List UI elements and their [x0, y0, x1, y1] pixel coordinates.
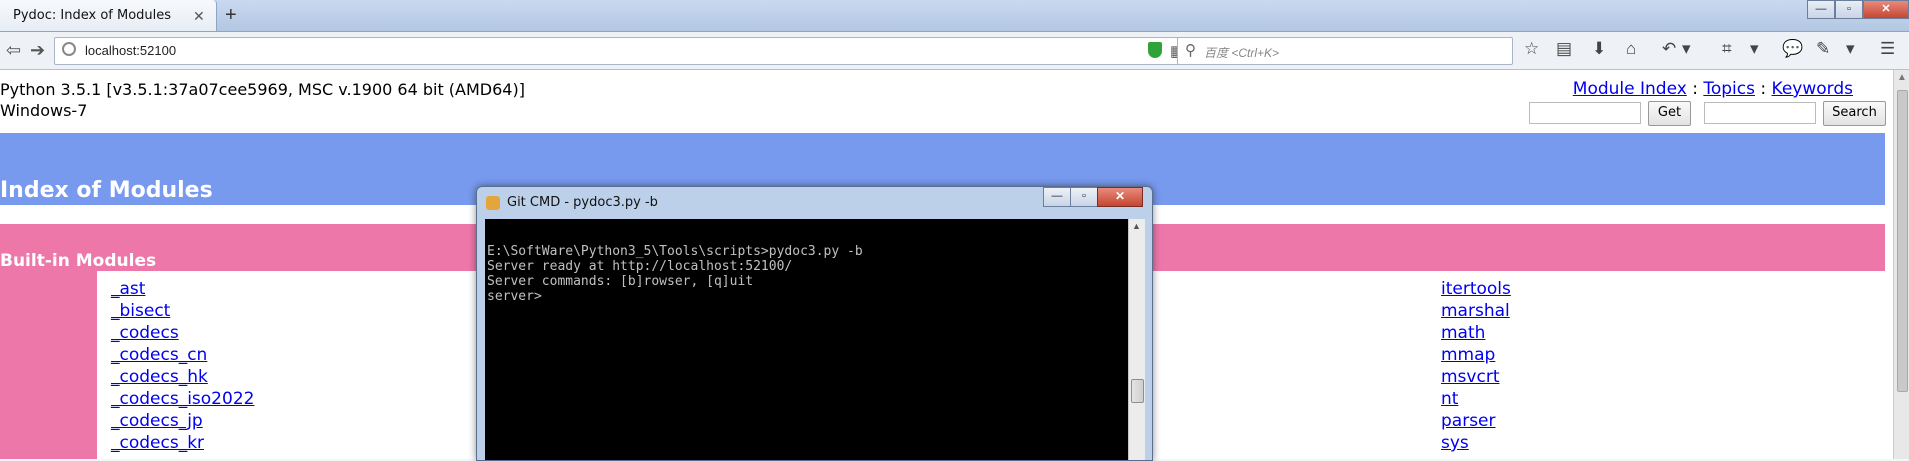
page-title: Index of Modules	[0, 178, 213, 203]
module-list-left: _ast _bisect _codecs _codecs_cn _codecs_…	[111, 278, 254, 454]
hamburger-menu-icon[interactable]: ☰	[1880, 39, 1895, 59]
home-icon[interactable]: ⌂	[1626, 39, 1636, 59]
cmd-close-button[interactable]: ✕	[1097, 187, 1143, 207]
address-bar[interactable]: localhost:52100 ▦ ↻	[54, 37, 1213, 65]
reading-list-icon[interactable]: ▤	[1556, 39, 1572, 59]
search-input[interactable]	[1704, 102, 1816, 124]
section-title: Built-in Modules	[0, 251, 157, 271]
git-cmd-icon	[486, 196, 500, 210]
tab-title: Pydoc: Index of Modules	[13, 8, 172, 23]
link-separator: :	[1686, 79, 1704, 99]
tab-strip: Pydoc: Index of Modules ✕ + — ▫ ✕	[0, 0, 1909, 32]
back-arrow-icon[interactable]: ⇦	[6, 40, 21, 61]
scroll-up-arrow-icon[interactable]: ▲	[1897, 72, 1907, 83]
console-line: E:\SoftWare\Python3_5\Tools\scripts>pydo…	[487, 244, 863, 259]
search-button[interactable]: Search	[1823, 101, 1886, 126]
module-link[interactable]: _codecs_jp	[111, 410, 254, 432]
crop-icon[interactable]: ⌗	[1722, 39, 1732, 59]
undo-dropdown-icon[interactable]: ▾	[1682, 39, 1691, 59]
url-text[interactable]: localhost:52100	[85, 43, 176, 58]
console-line: Server ready at http://localhost:52100/	[487, 259, 793, 274]
tab-pydoc[interactable]: Pydoc: Index of Modules ✕	[0, 0, 217, 31]
module-link[interactable]: mmap	[1441, 344, 1511, 366]
cmd-window-title: Git CMD - pydoc3.py -b	[507, 195, 658, 210]
window-minimize-button[interactable]: —	[1807, 0, 1835, 19]
module-link[interactable]: _codecs	[111, 322, 254, 344]
module-link[interactable]: marshal	[1441, 300, 1511, 322]
cmd-titlebar[interactable]: Git CMD - pydoc3.py -b — ▫ ✕	[477, 187, 1152, 217]
module-link[interactable]: _bisect	[111, 300, 254, 322]
get-module-input[interactable]	[1529, 102, 1641, 124]
search-icon: ⚲	[1185, 42, 1196, 59]
forward-arrow-icon[interactable]: ➔	[30, 40, 45, 61]
module-link[interactable]: nt	[1441, 388, 1511, 410]
module-link[interactable]: parser	[1441, 410, 1511, 432]
chat-bubble-icon[interactable]: 💬	[1782, 39, 1803, 59]
cmd-scrollbar-thumb[interactable]	[1131, 379, 1144, 403]
page-scrollbar-thumb[interactable]	[1897, 90, 1908, 392]
window-controls: — ▫ ✕	[1807, 0, 1909, 19]
module-link[interactable]: _ast	[111, 278, 254, 300]
search-bar[interactable]: ⚲ 百度 <Ctrl+K>	[1177, 37, 1513, 65]
module-link[interactable]: itertools	[1441, 278, 1511, 300]
python-version: Python 3.5.1 [v3.5.1:37a07cee5969, MSC v…	[0, 80, 525, 99]
os-name: Windows-7	[0, 101, 88, 120]
module-link[interactable]: _codecs_cn	[111, 344, 254, 366]
console-text: E:\SoftWare\Python3_5\Tools\scripts>pydo…	[487, 244, 863, 304]
page-scrollbar[interactable]: ▲	[1893, 70, 1909, 459]
module-link[interactable]: _codecs_kr	[111, 432, 254, 454]
shield-icon[interactable]	[1148, 42, 1162, 58]
extension-icon[interactable]: ✎	[1816, 39, 1830, 59]
bookmark-star-icon[interactable]: ☆	[1524, 39, 1539, 59]
section-side-strip	[0, 271, 97, 459]
site-identity-icon[interactable]	[62, 42, 76, 56]
top-nav-links: Module Index : Topics : Keywords	[1573, 79, 1853, 99]
get-button[interactable]: Get	[1648, 101, 1691, 126]
module-link[interactable]: _codecs_iso2022	[111, 388, 254, 410]
window-close-button[interactable]: ✕	[1863, 0, 1909, 19]
tab-close-icon[interactable]: ✕	[193, 8, 205, 25]
module-link[interactable]: msvcrt	[1441, 366, 1511, 388]
module-link[interactable]: _codecs_hk	[111, 366, 254, 388]
search-placeholder[interactable]: 百度 <Ctrl+K>	[1204, 44, 1279, 61]
module-list-right: itertools marshal math mmap msvcrt nt pa…	[1441, 278, 1511, 454]
new-tab-icon[interactable]: +	[225, 4, 237, 27]
git-cmd-window[interactable]: Git CMD - pydoc3.py -b — ▫ ✕ E:\SoftWare…	[476, 186, 1153, 461]
console-output[interactable]: E:\SoftWare\Python3_5\Tools\scripts>pydo…	[485, 219, 1128, 460]
download-icon[interactable]: ⬇	[1592, 39, 1606, 59]
link-separator: :	[1754, 79, 1772, 99]
window-maximize-button[interactable]: ▫	[1835, 0, 1863, 19]
extension-dropdown-icon[interactable]: ▾	[1846, 39, 1855, 59]
module-index-link[interactable]: Module Index	[1573, 79, 1687, 99]
cmd-scrollbar[interactable]: ▲	[1128, 219, 1145, 460]
cmd-maximize-button[interactable]: ▫	[1070, 187, 1098, 207]
module-link[interactable]: sys	[1441, 432, 1511, 454]
cmd-scroll-up-arrow-icon[interactable]: ▲	[1132, 221, 1141, 231]
crop-dropdown-icon[interactable]: ▾	[1750, 39, 1759, 59]
console-line: Server commands: [b]rowser, [q]uit	[487, 274, 754, 289]
topics-link[interactable]: Topics	[1703, 79, 1755, 99]
keywords-link[interactable]: Keywords	[1772, 79, 1853, 99]
console-prompt: server>	[487, 289, 542, 304]
cmd-minimize-button[interactable]: —	[1043, 187, 1071, 207]
module-link[interactable]: math	[1441, 322, 1511, 344]
undo-icon[interactable]: ↶	[1662, 39, 1676, 59]
navigation-toolbar: ⇦ ➔ localhost:52100 ▦ ↻ ⚲ 百度 <Ctrl+K> ☆ …	[0, 32, 1909, 70]
